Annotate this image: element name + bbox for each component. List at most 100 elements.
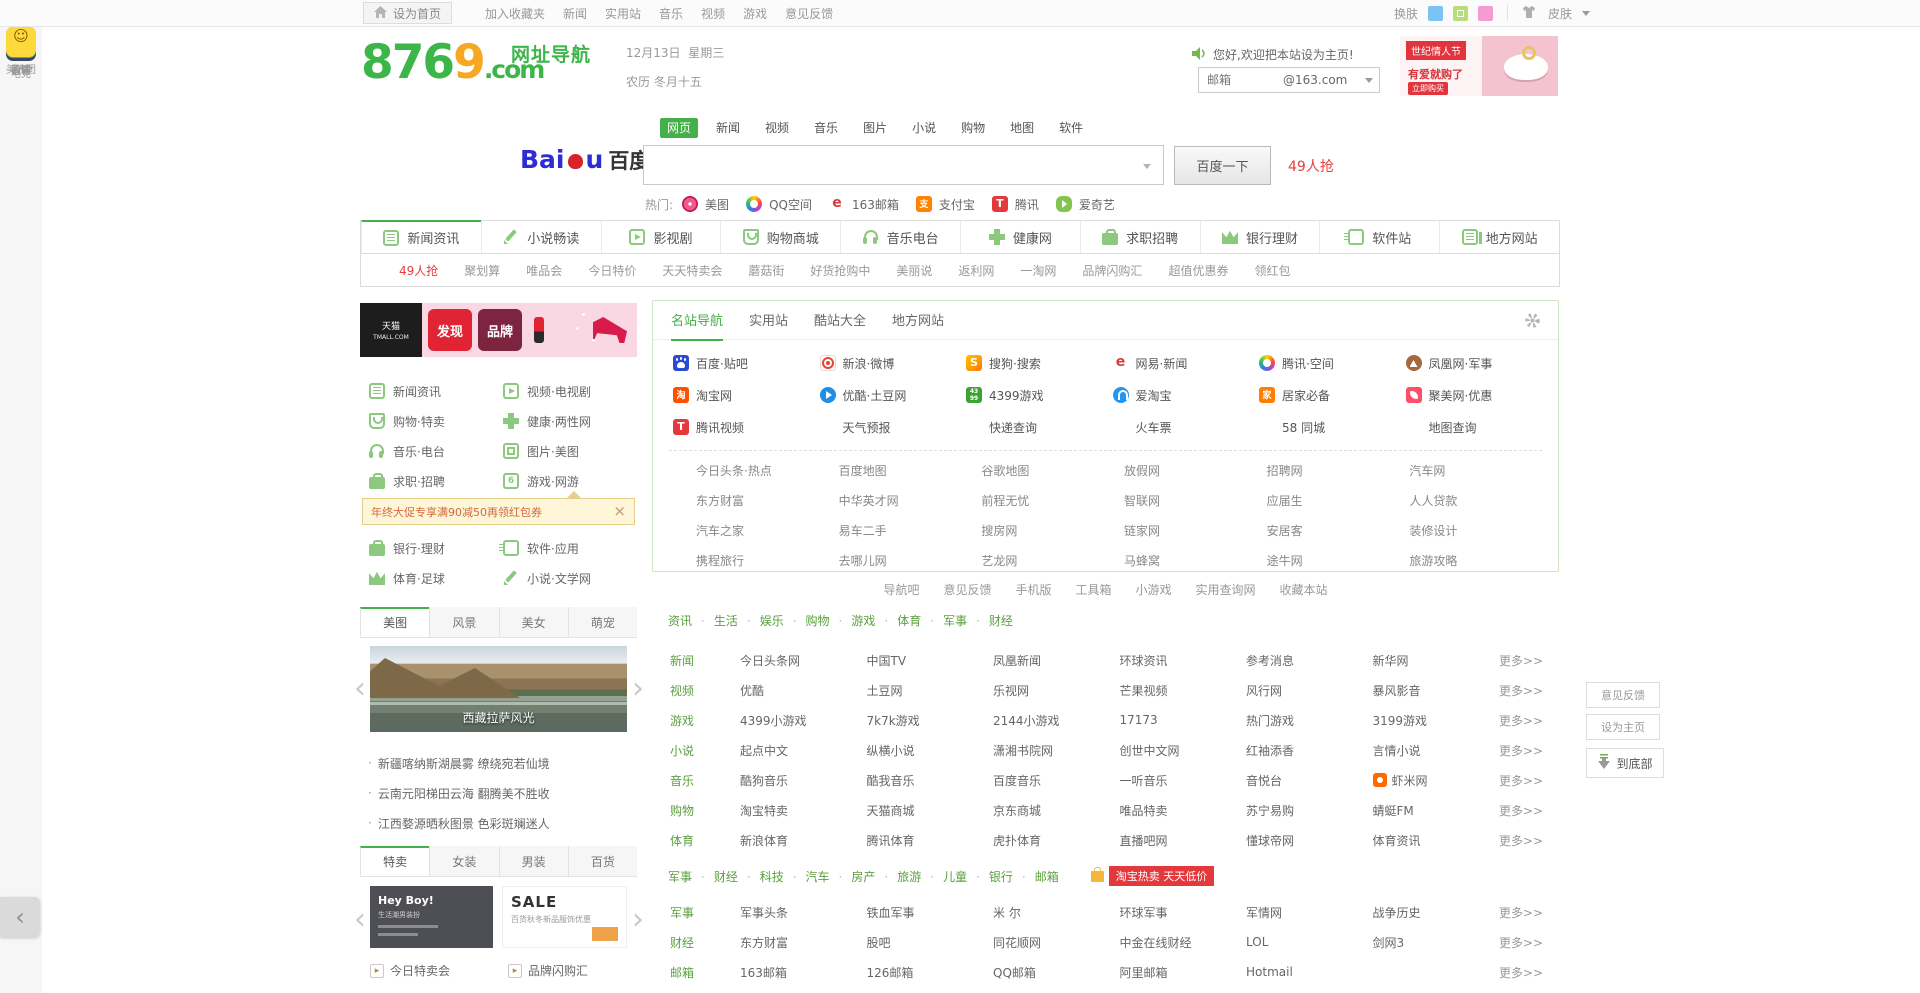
row-category-label[interactable]: 视频 xyxy=(670,682,740,699)
promo-ad-banner[interactable]: 世纪情人节 有爱就购了 立即购买 xyxy=(1400,36,1558,96)
row-category-label[interactable]: 新闻 xyxy=(670,652,740,669)
photo-tab[interactable]: 美图 xyxy=(360,607,429,637)
plain-link[interactable]: 马蜂窝 xyxy=(1124,545,1267,575)
row-link[interactable]: 163邮箱 xyxy=(740,964,867,981)
quick-link[interactable]: 小说·文学网 xyxy=(503,563,637,593)
quick-link[interactable]: 新闻资讯 xyxy=(369,376,503,406)
site-link[interactable]: 优酷·土豆网 xyxy=(820,379,967,411)
site-link[interactable]: 新浪·微博 xyxy=(820,347,967,379)
shop-prev-icon[interactable]: ‹ xyxy=(352,905,368,935)
row-link[interactable]: 苏宁易购 xyxy=(1246,802,1373,819)
topbar-link[interactable]: 意见反馈 xyxy=(785,5,833,22)
sub-link[interactable]: 超值优惠券 xyxy=(1168,262,1228,279)
row-link[interactable]: 创世中文网 xyxy=(1120,742,1247,759)
site-link[interactable]: 地图查询 xyxy=(1406,411,1553,443)
row-link[interactable]: 今日头条网 xyxy=(740,652,867,669)
row-link[interactable]: 阿里邮箱 xyxy=(1120,964,1247,981)
feature-link[interactable]: ▸ 今日特卖会 xyxy=(370,962,450,979)
row-link[interactable]: 凤凰新闻 xyxy=(993,652,1120,669)
row-link[interactable]: 剑网3 xyxy=(1373,934,1500,951)
search-type-tab[interactable]: 新闻 xyxy=(709,118,747,138)
filter-link[interactable]: 邮箱 xyxy=(1035,868,1077,885)
category-tab[interactable]: 求职招聘 xyxy=(1080,221,1200,253)
chevron-down-icon[interactable] xyxy=(1365,78,1373,83)
row-link[interactable]: 同花顺网 xyxy=(993,934,1120,951)
filter-link[interactable]: 旅游 xyxy=(897,868,943,885)
search-type-tab[interactable]: 软件 xyxy=(1052,118,1090,138)
row-category-label[interactable]: 军事 xyxy=(670,904,740,921)
topbar-link[interactable]: 游戏 xyxy=(743,5,767,22)
filter-link[interactable]: 购物 xyxy=(806,612,852,629)
quick-link[interactable]: 银行·理财 xyxy=(369,533,503,563)
row-link[interactable]: 暴风影音 xyxy=(1373,682,1500,699)
row-link[interactable]: 参考消息 xyxy=(1246,652,1373,669)
row-link[interactable]: 风行网 xyxy=(1246,682,1373,699)
category-tab[interactable]: 地方网站 xyxy=(1439,221,1559,253)
row-link[interactable]: 百度音乐 xyxy=(993,772,1120,789)
category-tab[interactable]: 软件站 xyxy=(1319,221,1439,253)
search-type-tab[interactable]: 购物 xyxy=(954,118,992,138)
category-tab[interactable]: 健康网 xyxy=(960,221,1080,253)
more-link[interactable]: 更多>> xyxy=(1499,934,1559,951)
promo-49-link[interactable]: 49人抢 xyxy=(399,262,438,279)
site-link[interactable]: 腾讯·空间 xyxy=(1259,347,1406,379)
more-link[interactable]: 更多>> xyxy=(1499,712,1559,729)
filter-link[interactable]: 资讯 xyxy=(668,612,714,629)
site-link[interactable]: 4399游戏 xyxy=(966,379,1113,411)
row-link[interactable]: 战争历史 xyxy=(1373,904,1500,921)
feedback-button[interactable]: 意见反馈 xyxy=(1586,682,1660,708)
filter-link[interactable]: 银行 xyxy=(989,868,1035,885)
footer-link[interactable]: 实用查询网 xyxy=(1196,581,1256,598)
plain-link[interactable]: 今日头条·热点 xyxy=(696,455,839,485)
row-link[interactable]: 17173 xyxy=(1120,713,1247,727)
shop-tab[interactable]: 百货 xyxy=(568,846,637,876)
more-link[interactable]: 更多>> xyxy=(1499,832,1559,849)
row-link[interactable]: 中国TV xyxy=(867,652,994,669)
site-link[interactable]: 爱淘宝 xyxy=(1113,379,1260,411)
news-bullet-item[interactable]: ·江西婺源晒秋图景 色彩斑斓迷人 xyxy=(368,808,630,838)
hot-link[interactable]: 腾讯 xyxy=(992,196,1039,213)
sub-link[interactable]: 好货抢购中 xyxy=(810,262,870,279)
tmall-ad-banner[interactable]: 天猫 TMALL.COM 发现 品牌 xyxy=(360,303,637,357)
row-link[interactable]: 直播吧网 xyxy=(1120,832,1247,849)
hot-link[interactable]: 163邮箱 xyxy=(829,196,899,213)
skin-swatch-green[interactable] xyxy=(1453,6,1468,21)
row-category-label[interactable]: 小说 xyxy=(670,742,740,759)
plain-link[interactable]: 东方财富 xyxy=(696,485,839,515)
sub-link[interactable]: 品牌闪购汇 xyxy=(1082,262,1142,279)
row-link[interactable]: 纵横小说 xyxy=(867,742,994,759)
footer-link[interactable]: 导航吧 xyxy=(883,581,919,598)
hot-link[interactable]: 支付宝 xyxy=(916,196,975,213)
row-link[interactable]: 一听音乐 xyxy=(1120,772,1247,789)
site-link[interactable]: 搜狗·搜索 xyxy=(966,347,1113,379)
plain-link[interactable]: 链家网 xyxy=(1124,515,1267,545)
filter-link[interactable]: 儿童 xyxy=(943,868,989,885)
site-link[interactable]: 火车票 xyxy=(1113,411,1260,443)
row-link[interactable]: 7k7k游戏 xyxy=(867,712,994,729)
row-link[interactable]: 音悦台 xyxy=(1246,772,1373,789)
to-bottom-button[interactable]: 到底部 xyxy=(1586,748,1664,778)
collapse-strip-button[interactable]: ‹ xyxy=(0,897,40,937)
photo-tab[interactable]: 美女 xyxy=(499,607,568,637)
photo-tab[interactable]: 风景 xyxy=(429,607,498,637)
plain-link[interactable]: 易车二手 xyxy=(839,515,982,545)
photo-tab[interactable]: 萌宠 xyxy=(568,607,637,637)
carousel-prev-icon[interactable]: ‹ xyxy=(352,674,368,704)
filter-link[interactable]: 军事 xyxy=(943,612,989,629)
row-link[interactable]: 4399小游戏 xyxy=(740,712,867,729)
site-link[interactable]: 腾讯视频 xyxy=(673,411,820,443)
row-category-label[interactable]: 购物 xyxy=(670,802,740,819)
topbar-link[interactable]: 视频 xyxy=(701,5,725,22)
row-link[interactable]: 铁血军事 xyxy=(867,904,994,921)
topbar-link[interactable]: 加入收藏夹 xyxy=(485,5,545,22)
sidebar-app-item[interactable]: ☺ 表情 xyxy=(0,27,42,76)
filter-link[interactable]: 财经 xyxy=(714,868,760,885)
site-link[interactable]: 58 同城 xyxy=(1259,411,1406,443)
site-link[interactable]: 居家必备 xyxy=(1259,379,1406,411)
sub-link[interactable]: 聚划算 xyxy=(464,262,500,279)
plain-link[interactable]: 智联网 xyxy=(1124,485,1267,515)
category-tab[interactable]: 银行理财 xyxy=(1200,221,1320,253)
plain-link[interactable]: 中华英才网 xyxy=(839,485,982,515)
row-category-label[interactable]: 财经 xyxy=(670,934,740,951)
skin-swatch-blue[interactable] xyxy=(1428,6,1443,21)
